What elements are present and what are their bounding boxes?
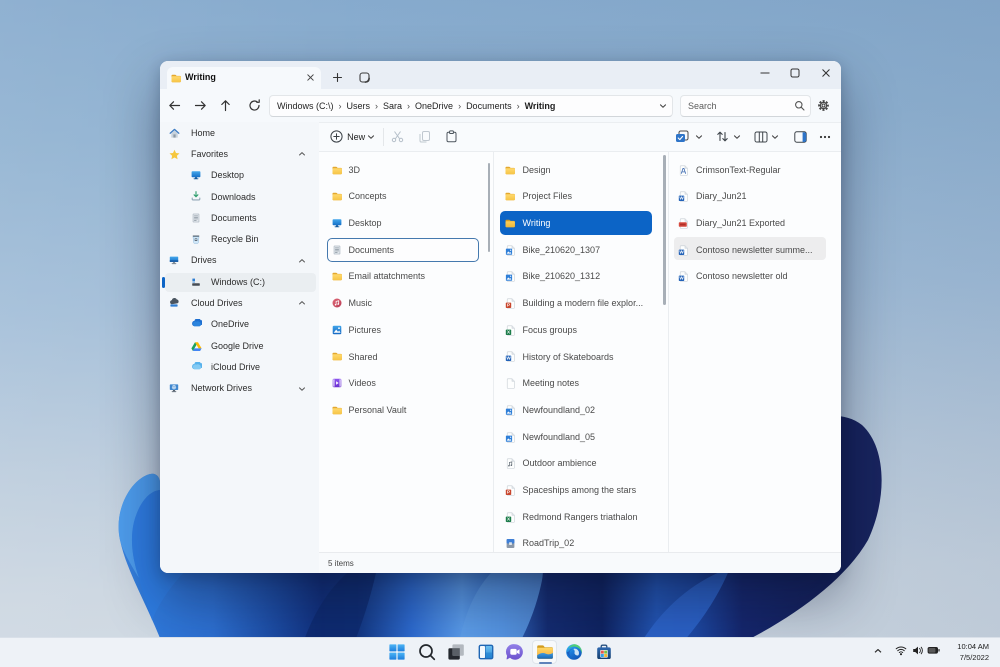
svg-text:W: W: [679, 249, 684, 254]
svg-text:P: P: [507, 490, 510, 495]
svg-text:W: W: [679, 196, 684, 201]
svg-text:P: P: [507, 303, 510, 308]
svg-text:W: W: [506, 356, 511, 361]
svg-text:W: W: [679, 276, 684, 281]
